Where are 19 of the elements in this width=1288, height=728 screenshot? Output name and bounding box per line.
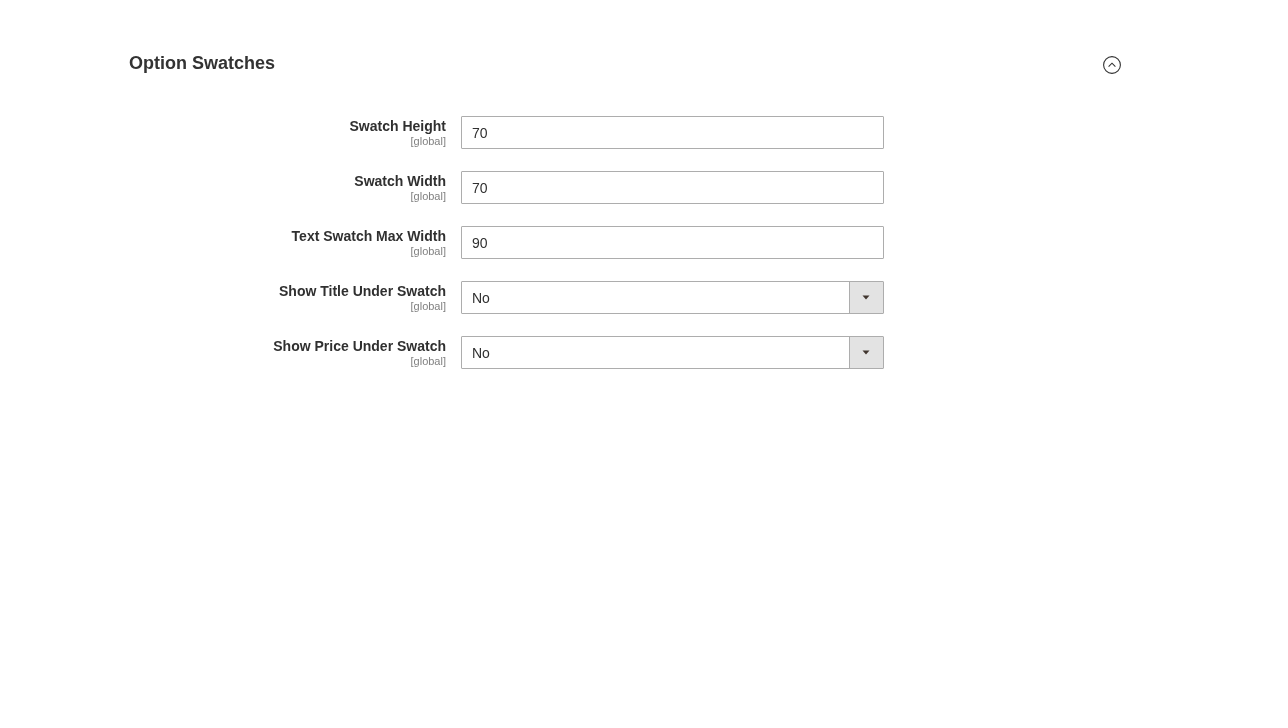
scope-label: [global] — [410, 190, 446, 202]
field-label: Show Price Under Swatch — [273, 337, 446, 355]
caret-icon — [849, 282, 883, 313]
field-label: Show Title Under Swatch — [279, 282, 446, 300]
input-field[interactable]: 70 — [461, 116, 884, 149]
scope-label: [global] — [410, 355, 446, 367]
chevron-up-circle-icon[interactable] — [1103, 56, 1121, 74]
select-field[interactable]: No — [461, 281, 884, 314]
input-field[interactable]: 90 — [461, 226, 884, 259]
scope-label: [global] — [410, 300, 446, 312]
section-title: Option Swatches — [129, 51, 276, 75]
field-label: Text Swatch Max Width — [291, 227, 446, 245]
input-field[interactable]: 70 — [461, 171, 884, 204]
select-field[interactable]: No — [461, 336, 884, 369]
scope-label: [global] — [410, 135, 446, 147]
scope-label: [global] — [410, 245, 446, 257]
caret-icon — [849, 337, 883, 368]
field-label: Swatch Height — [349, 117, 446, 135]
field-label: Swatch Width — [354, 172, 446, 190]
